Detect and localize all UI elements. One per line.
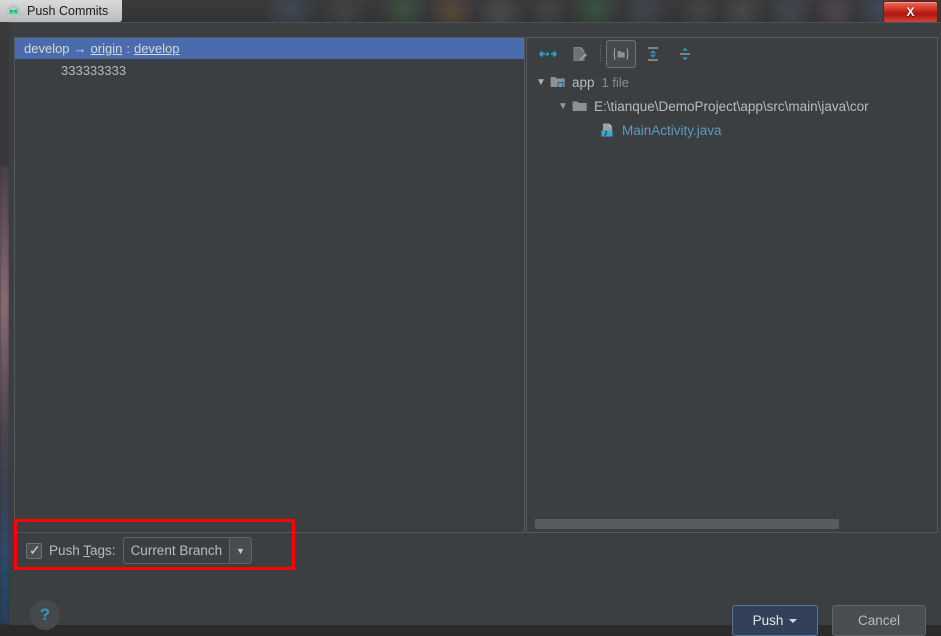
- folder-icon: [571, 98, 589, 114]
- cancel-button[interactable]: Cancel: [832, 605, 926, 636]
- tree-node-label: E:\tianque\DemoProject\app\src\main\java…: [594, 98, 869, 114]
- title-bar[interactable]: Push Commits X: [0, 0, 941, 23]
- file-tree[interactable]: ▼ app 1 file ▼ E:\tianque\DemoProject\ap…: [527, 70, 935, 510]
- tree-node-label: app: [572, 74, 595, 90]
- chevron-down-icon[interactable]: [789, 618, 798, 623]
- help-button[interactable]: ?: [30, 600, 60, 630]
- push-commits-window: Push Commits X develop → origin : develo…: [0, 0, 941, 636]
- push-tags-label-before: Push: [49, 543, 84, 558]
- file-count-label: 1 file: [601, 74, 629, 90]
- edit-source-icon: [565, 40, 595, 68]
- window-title: Push Commits: [27, 4, 109, 18]
- branch-separator: :: [126, 41, 130, 56]
- java-class-icon: J: [599, 122, 617, 138]
- group-by-directory-icon[interactable]: [606, 40, 636, 68]
- target-branch-link[interactable]: develop: [134, 41, 180, 56]
- push-tags-row: ✓ Push Tags: Current Branch ▼: [26, 537, 253, 564]
- source-branch-label: develop: [24, 41, 70, 56]
- toolbar-separator: [600, 45, 601, 63]
- push-tags-label-after: ags:: [90, 543, 116, 558]
- arrow-icon: →: [73, 41, 87, 56]
- title-chip: Push Commits: [0, 0, 123, 22]
- checkmark-icon: ✓: [29, 541, 41, 558]
- remote-link[interactable]: origin: [91, 41, 123, 56]
- chevron-down-icon[interactable]: ▼: [533, 74, 549, 90]
- push-tags-label: Push Tags:: [49, 543, 116, 558]
- tree-node-label[interactable]: MainActivity.java: [622, 123, 722, 138]
- chevron-down-icon[interactable]: ▼: [229, 538, 252, 563]
- tree-row[interactable]: J MainActivity.java: [527, 118, 935, 142]
- module-folder-icon: [549, 74, 567, 90]
- push-button[interactable]: Push: [732, 605, 818, 636]
- scrollbar-thumb[interactable]: [535, 519, 839, 529]
- collapse-all-icon[interactable]: [670, 40, 700, 68]
- tree-horizontal-scrollbar[interactable]: [529, 518, 933, 530]
- expand-all-icon[interactable]: [638, 40, 668, 68]
- tree-toolbar: [527, 38, 937, 70]
- svg-text:J: J: [604, 131, 608, 138]
- commit-message-row[interactable]: 333333333: [15, 59, 524, 81]
- tree-row[interactable]: ▼ app 1 file: [527, 70, 935, 94]
- show-diff-icon[interactable]: [533, 40, 563, 68]
- chevron-down-icon[interactable]: ▼: [555, 98, 571, 114]
- push-tags-selected-value: Current Branch: [130, 543, 223, 558]
- dialog-content: develop → origin : develop 333333333 ▼ a…: [9, 22, 941, 636]
- desktop-edge-strip: [0, 166, 9, 624]
- tree-row[interactable]: ▼ E:\tianque\DemoProject\app\src\main\ja…: [527, 94, 935, 118]
- android-studio-icon: [6, 4, 21, 19]
- close-button[interactable]: X: [883, 1, 938, 23]
- push-button-label: Push: [752, 613, 784, 628]
- push-tags-checkbox[interactable]: ✓: [26, 541, 42, 559]
- commits-list-panel[interactable]: develop → origin : develop 333333333: [14, 37, 525, 533]
- push-tags-combobox[interactable]: Current Branch ▼: [122, 537, 253, 564]
- commit-branch-row[interactable]: develop → origin : develop: [15, 38, 524, 59]
- commit-message-label: 333333333: [61, 62, 127, 78]
- changed-files-panel[interactable]: ▼ app 1 file ▼ E:\tianque\DemoProject\ap…: [526, 37, 938, 533]
